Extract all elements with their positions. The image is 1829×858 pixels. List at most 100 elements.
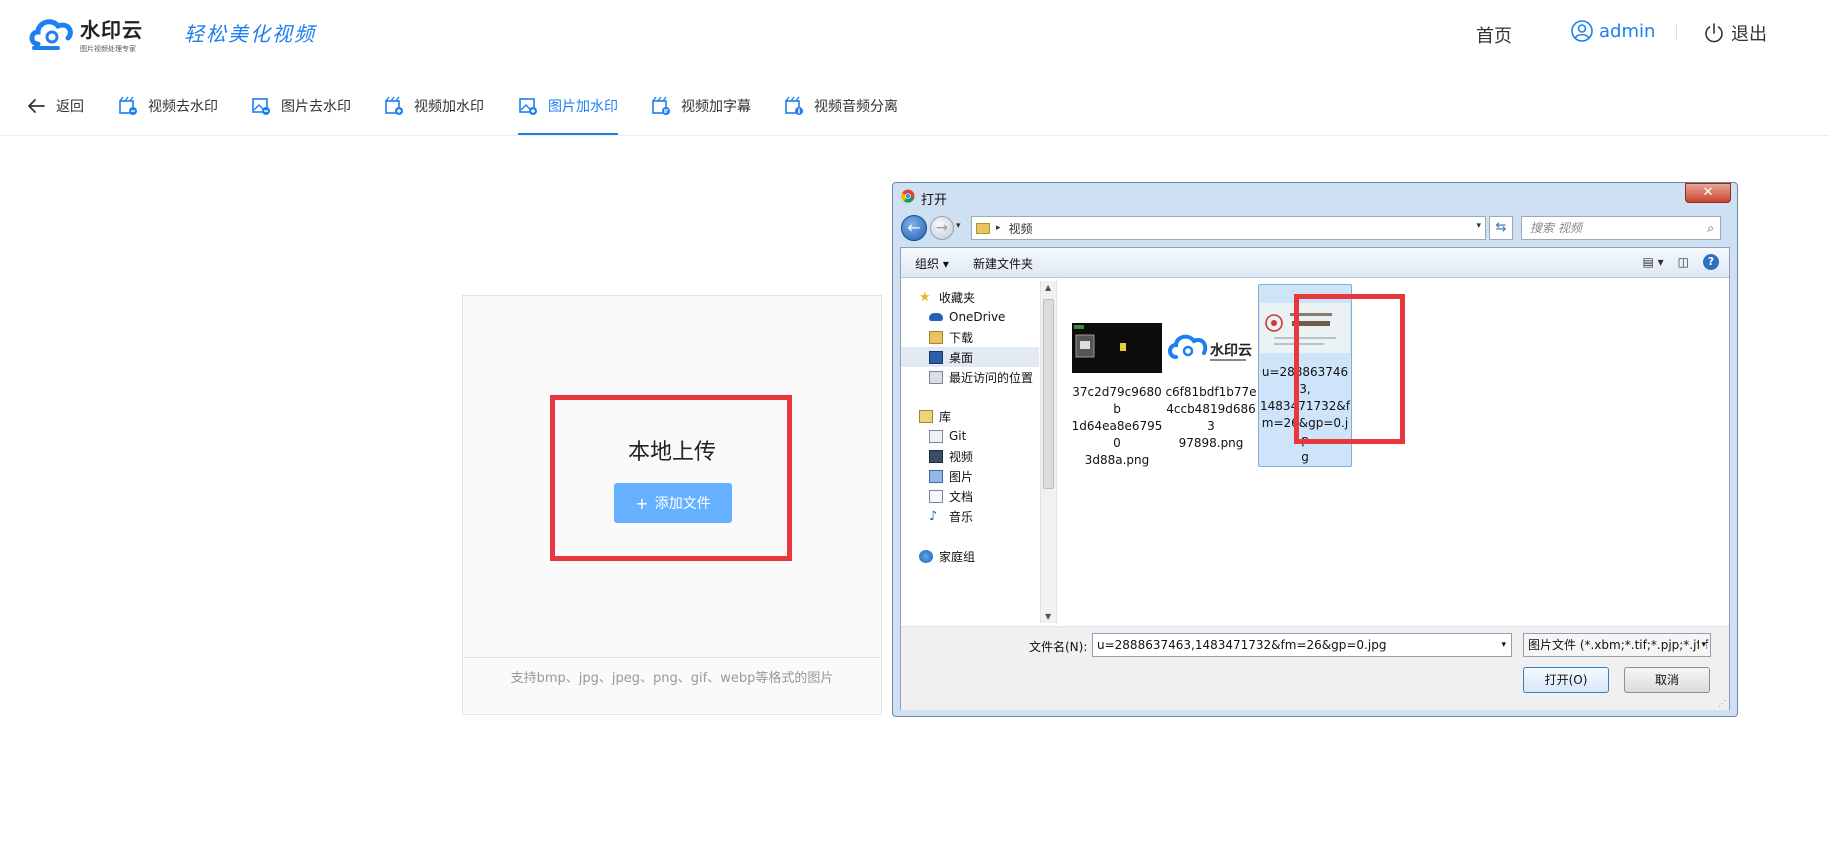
tree-item-git[interactable]: Git [929, 426, 966, 446]
logo[interactable]: 水印云 图片视频处理专家 [28, 13, 152, 55]
file-item[interactable]: 37c2d79c9680b 1d64ea8e67950 3d88a.png [1070, 323, 1164, 469]
tree-item-desktop[interactable]: 桌面 [901, 347, 1039, 367]
search-input[interactable]: 搜索 视频 ⌕ [1521, 216, 1721, 240]
document-library-icon [929, 489, 943, 503]
active-tab-indicator [518, 133, 618, 135]
tab-video-add-subtitles[interactable]: 视频加字幕 [651, 94, 751, 118]
tree-item-libraries[interactable]: 库 [919, 406, 951, 426]
help-icon[interactable]: ? [1703, 254, 1719, 270]
tab-label: 视频加字幕 [681, 99, 751, 115]
tab-video-remove-watermark[interactable]: 视频去水印 [118, 94, 218, 118]
logout-link[interactable]: 退出 [1703, 20, 1767, 46]
file-name-line: g [1301, 450, 1309, 464]
filename-input[interactable]: u=2888637463,1483471732&fm=26&gp=0.jpg ▾ [1092, 633, 1512, 657]
tree-scrollbar[interactable]: ▲ ▼ [1040, 281, 1056, 623]
user-name: admin [1599, 20, 1656, 42]
history-dropdown-icon[interactable]: ▾ [956, 221, 961, 231]
refresh-button[interactable]: ⇆ [1489, 216, 1513, 240]
top-header: 水印云 图片视频处理专家 轻松美化视频 首页 admin 退出 [0, 0, 1829, 72]
tree-label: 收藏夹 [939, 290, 976, 305]
recent-places-icon [929, 370, 943, 384]
tree-item-homegroup[interactable]: 家庭组 [919, 546, 975, 566]
tool-tab-bar: 返回 视频去水印 图片去水印 视频加水印 图片加水印 视频加字幕 视频音频分离 [0, 72, 1829, 136]
cloud-logo-icon [29, 19, 73, 50]
tab-label: 视频加水印 [414, 99, 484, 115]
organize-menu[interactable]: 组织 ▾ [915, 255, 949, 272]
tab-video-add-watermark[interactable]: 视频加水印 [384, 94, 484, 118]
scrollbar-thumb[interactable] [1043, 299, 1054, 489]
tab-label: 图片去水印 [281, 99, 351, 115]
nav-home-link[interactable]: 首页 [1476, 22, 1512, 48]
tree-item-onedrive[interactable]: OneDrive [929, 307, 1005, 327]
tree-item-downloads[interactable]: 下载 [929, 327, 973, 347]
image-thumbnail [1072, 323, 1162, 373]
chevron-down-icon[interactable]: ▾ [1699, 634, 1706, 656]
slogan: 轻松美化视频 [184, 22, 316, 46]
arrow-left-icon [28, 99, 45, 113]
tree-item-favorites[interactable]: ★ 收藏夹 [919, 287, 975, 307]
tree-label: 桌面 [949, 350, 974, 365]
highlight-box-upload [550, 395, 792, 561]
view-options-icon[interactable]: ▤ ▾ [1642, 255, 1663, 269]
scroll-up-icon[interactable]: ▲ [1045, 283, 1051, 292]
tree-label: 库 [939, 409, 952, 424]
tree-label: 文档 [949, 489, 974, 504]
preview-pane-icon[interactable]: ◫ [1678, 255, 1689, 269]
nav-divider [1676, 24, 1677, 40]
back-label: 返回 [56, 99, 84, 115]
image-icon [252, 98, 270, 115]
refresh-icon: ⇆ [1495, 220, 1507, 235]
tree-label: 音乐 [949, 509, 974, 524]
chevron-down-icon[interactable]: ▾ [1501, 634, 1506, 656]
chevron-down-icon[interactable]: ▾ [1476, 221, 1481, 231]
tab-image-remove-watermark[interactable]: 图片去水印 [251, 94, 351, 118]
file-item[interactable]: 水印云 c6f81bdf1b77e 4ccb4819d6863 97898.pn… [1164, 323, 1258, 452]
tab-image-add-watermark[interactable]: 图片加水印 [518, 94, 618, 118]
address-row: ← → ▾ ▸ 视频 ▾ ⇆ 搜索 视频 ⌕ [901, 215, 1731, 241]
tab-video-audio-split[interactable]: 视频音频分离 [784, 94, 898, 118]
desktop-icon [929, 350, 943, 364]
address-bar[interactable]: ▸ 视频 ▾ [971, 216, 1486, 240]
svg-text:水印云: 水印云 [1210, 342, 1252, 359]
logout-label: 退出 [1731, 24, 1767, 45]
open-file-dialog: 打开 ✕ ← → ▾ ▸ 视频 ▾ ⇆ 搜索 视频 ⌕ 组织 ▾ 新建文件夹 ▤… [892, 182, 1738, 717]
new-folder-button[interactable]: 新建文件夹 [973, 255, 1033, 272]
file-name-line: 37c2d79c9680b [1072, 385, 1162, 416]
video-icon [785, 96, 803, 115]
search-placeholder: 搜索 视频 [1530, 221, 1582, 235]
scroll-down-icon[interactable]: ▼ [1045, 612, 1051, 621]
nav-user-link[interactable]: admin [1571, 20, 1655, 42]
dialog-close-button[interactable]: ✕ [1685, 183, 1731, 203]
filetype-select[interactable]: 图片文件 (*.xbm;*.tif;*.pjp;*.jfif ▾ [1523, 633, 1711, 657]
download-folder-icon [929, 330, 943, 344]
search-icon: ⌕ [1707, 221, 1714, 235]
tree-label: 视频 [949, 449, 974, 464]
picture-library-icon [929, 469, 943, 483]
file-name-line: c6f81bdf1b77e [1165, 385, 1257, 399]
homegroup-icon [919, 549, 933, 563]
resize-grip-icon[interactable]: ⋰ [1718, 699, 1726, 708]
tree-item-pictures[interactable]: 图片 [929, 466, 973, 486]
tree-item-music[interactable]: ♪ 音乐 [929, 506, 973, 526]
logo-subtitle: 图片视频处理专家 [80, 45, 136, 53]
tree-label: OneDrive [949, 310, 1006, 324]
address-path: 视频 [1008, 221, 1033, 236]
tree-item-recent[interactable]: 最近访问的位置 [929, 367, 1033, 387]
tab-label: 视频去水印 [148, 99, 218, 115]
image-thumbnail: 水印云 [1166, 323, 1256, 373]
tree-item-documents[interactable]: 文档 [929, 486, 973, 506]
cancel-button[interactable]: 取消 [1624, 667, 1710, 693]
forward-arrow-icon[interactable]: → [930, 216, 954, 240]
video-icon [652, 96, 670, 115]
back-button[interactable]: 返回 [26, 94, 84, 118]
tree-label: 家庭组 [939, 549, 976, 564]
tab-label: 视频音频分离 [814, 99, 898, 115]
tree-item-videos[interactable]: 视频 [929, 446, 973, 466]
logo-name: 水印云 [80, 18, 143, 42]
close-icon: ✕ [1702, 185, 1714, 200]
open-button[interactable]: 打开(O) [1523, 667, 1609, 693]
library-icon [919, 409, 933, 423]
format-hint: 支持bmp、jpg、jpeg、png、gif、webp等格式的图片 [463, 657, 881, 714]
chrome-icon [901, 189, 915, 203]
back-arrow-icon[interactable]: ← [901, 215, 927, 241]
